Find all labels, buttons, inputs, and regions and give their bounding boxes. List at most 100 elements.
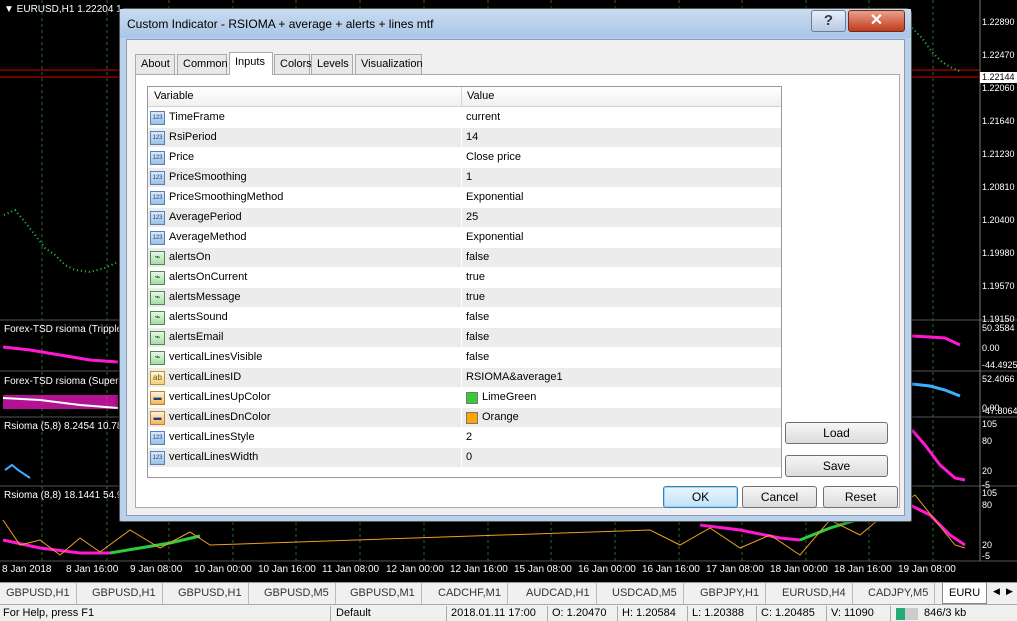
- indicator-label-3: Rsioma (5,8) 8.2454 10.780: [4, 421, 128, 432]
- row-value[interactable]: true: [466, 291, 485, 303]
- x-axis-tick: 8 Jan 2018: [2, 564, 52, 575]
- tab-scroll-left-icon[interactable]: ◀: [993, 586, 1000, 597]
- column-header-variable[interactable]: Variable: [154, 90, 194, 102]
- row-variable: alertsOn: [169, 251, 211, 263]
- table-row[interactable]: 123 RsiPeriod 14: [148, 128, 781, 148]
- chart-tab[interactable]: EURUSD,H4: [776, 583, 853, 604]
- table-row[interactable]: ⌁ alertsEmail false: [148, 328, 781, 348]
- cancel-button[interactable]: Cancel: [742, 486, 817, 508]
- row-value[interactable]: 2: [466, 431, 472, 443]
- table-row[interactable]: 123 verticalLinesStyle 2: [148, 428, 781, 448]
- row-value[interactable]: false: [466, 351, 489, 363]
- tab-scroll-right-icon[interactable]: ▶: [1006, 586, 1013, 597]
- table-row[interactable]: 123 PriceSmoothing 1: [148, 168, 781, 188]
- row-variable: TimeFrame: [169, 111, 225, 123]
- status-profile: Default: [336, 607, 371, 619]
- indicator-label-4: Rsioma (8,8) 18.1441 54.9: [4, 490, 123, 501]
- row-value[interactable]: Close price: [466, 151, 521, 163]
- load-button[interactable]: Load: [785, 422, 888, 444]
- row-value[interactable]: Exponential: [466, 231, 524, 243]
- table-row[interactable]: 123 AveragePeriod 25: [148, 208, 781, 228]
- table-row[interactable]: 123 verticalLinesWidth 0: [148, 448, 781, 468]
- row-value[interactable]: current: [466, 111, 500, 123]
- boolean-type-icon: ⌁: [150, 251, 165, 265]
- row-variable: alertsMessage: [169, 291, 241, 303]
- table-row[interactable]: 123 PriceSmoothingMethod Exponential: [148, 188, 781, 208]
- row-variable: Price: [169, 151, 195, 163]
- dialog-client: About Common Inputs Colors Levels Visualizati…: [126, 39, 905, 516]
- row-value[interactable]: 0: [466, 451, 472, 463]
- row-variable: verticalLinesUpColor: [169, 391, 271, 403]
- table-row[interactable]: 123 AverageMethod Exponential: [148, 228, 781, 248]
- reset-button[interactable]: Reset: [823, 486, 898, 508]
- tab-visualization[interactable]: Visualization: [355, 54, 423, 74]
- row-value[interactable]: Exponential: [466, 191, 524, 203]
- tab-levels[interactable]: Levels: [311, 54, 353, 74]
- tab-colors[interactable]: Colors: [274, 54, 312, 74]
- table-row[interactable]: ⌁ alertsSound false: [148, 308, 781, 328]
- chart-tab[interactable]: GBPUSD,H1: [86, 583, 163, 604]
- tab-about[interactable]: About: [135, 54, 175, 74]
- ok-button[interactable]: OK: [663, 486, 738, 508]
- boolean-type-icon: ⌁: [150, 331, 165, 345]
- table-row[interactable]: ▬ verticalLinesDnColor Orange: [148, 408, 781, 428]
- table-row[interactable]: ab verticalLinesID RSIOMA&average1: [148, 368, 781, 388]
- connection-bars-icon: [896, 608, 918, 620]
- chart-tab[interactable]: GBPUSD,M5: [258, 583, 336, 604]
- number-type-icon: 123: [150, 211, 165, 225]
- custom-indicator-dialog: Custom Indicator - RSIOMA + average + al…: [119, 8, 912, 522]
- y-axis-tick: 1.21640: [982, 116, 1015, 126]
- chart-tab[interactable]: GBPUSD,M1: [344, 583, 422, 604]
- row-value[interactable]: false: [466, 311, 489, 323]
- x-axis-tick: 10 Jan 00:00: [194, 564, 252, 575]
- chart-tab[interactable]: CADJPY,M5: [862, 583, 936, 604]
- row-value[interactable]: 14: [466, 131, 478, 143]
- tab-inputs[interactable]: Inputs: [229, 52, 273, 75]
- close-button[interactable]: ✕: [848, 10, 905, 32]
- column-header-value[interactable]: Value: [467, 90, 494, 102]
- status-open: O: 1.20470: [552, 607, 607, 619]
- color-swatch: [466, 412, 478, 424]
- dialog-titlebar[interactable]: Custom Indicator - RSIOMA + average + al…: [120, 9, 911, 38]
- grid-header: Variable Value: [148, 87, 781, 107]
- y-axis-tick: 1.20400: [982, 215, 1015, 225]
- row-value[interactable]: RSIOMA&average1: [466, 371, 563, 383]
- dialog-title: Custom Indicator - RSIOMA + average + al…: [127, 17, 434, 31]
- row-value[interactable]: false: [466, 251, 489, 263]
- table-row[interactable]: 123 Price Close price: [148, 148, 781, 168]
- table-row[interactable]: ▬ verticalLinesUpColor LimeGreen: [148, 388, 781, 408]
- row-value[interactable]: Orange: [482, 411, 519, 423]
- row-value[interactable]: 25: [466, 211, 478, 223]
- table-row[interactable]: ⌁ verticalLinesVisible false: [148, 348, 781, 368]
- chart-tab[interactable]: GBPUSD,H1: [0, 583, 77, 604]
- chart-tab[interactable]: AUDCAD,H1: [520, 583, 597, 604]
- x-axis-tick: 9 Jan 08:00: [130, 564, 183, 575]
- indicator-axis-tick: -47.8064: [982, 406, 1017, 416]
- row-variable: alertsOnCurrent: [169, 271, 248, 283]
- row-value[interactable]: false: [466, 331, 489, 343]
- table-row[interactable]: 123 TimeFrame current: [148, 108, 781, 128]
- chart-tab[interactable]: GBPUSD,H1: [172, 583, 249, 604]
- boolean-type-icon: ⌁: [150, 291, 165, 305]
- chart-tab[interactable]: USDCAD,M5: [606, 583, 684, 604]
- y-axis-tick: 1.19980: [982, 248, 1015, 258]
- boolean-type-icon: ⌁: [150, 311, 165, 325]
- x-axis-tick: 12 Jan 00:00: [386, 564, 444, 575]
- table-row[interactable]: ⌁ alertsOnCurrent true: [148, 268, 781, 288]
- status-traffic: 846/3 kb: [924, 607, 967, 619]
- number-type-icon: 123: [150, 431, 165, 445]
- save-button[interactable]: Save: [785, 455, 888, 477]
- table-row[interactable]: ⌁ alertsMessage true: [148, 288, 781, 308]
- chart-tab[interactable]: GBPJPY,H1: [694, 583, 767, 604]
- row-value[interactable]: LimeGreen: [482, 391, 536, 403]
- help-button[interactable]: ?: [811, 10, 846, 32]
- x-axis-tick: 19 Jan 08:00: [898, 564, 956, 575]
- tab-common[interactable]: Common: [177, 54, 228, 74]
- table-row[interactable]: ⌁ alertsOn false: [148, 248, 781, 268]
- row-value[interactable]: true: [466, 271, 485, 283]
- row-value[interactable]: 1: [466, 171, 472, 183]
- chart-tab[interactable]: CADCHF,M1: [432, 583, 508, 604]
- x-axis-tick: 18 Jan 16:00: [834, 564, 892, 575]
- chart-tab[interactable]: EURU: [942, 583, 988, 604]
- number-type-icon: 123: [150, 451, 165, 465]
